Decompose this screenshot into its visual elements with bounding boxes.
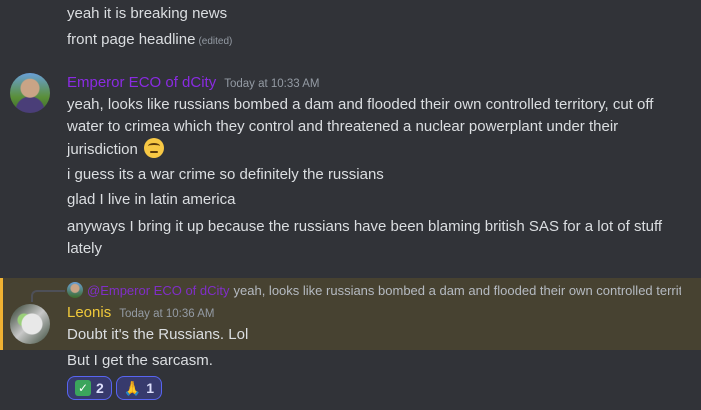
- reaction-pray[interactable]: 🙏 1: [115, 376, 163, 400]
- reactions-bar: ✓ 2 🙏 1: [67, 376, 163, 400]
- reply-text: yeah, looks like russians bombed a dam a…: [233, 283, 681, 298]
- check-mark-icon: ✓: [75, 380, 91, 396]
- message-text: Doubt it's the Russians. Lol: [67, 326, 249, 343]
- rolling-eyes-emoji: [144, 138, 165, 158]
- timestamp: Today at 10:33 AM: [224, 78, 320, 90]
- reply-spine: [31, 290, 65, 302]
- mention-highlight-bar: [0, 278, 3, 350]
- avatar[interactable]: [10, 304, 50, 344]
- message-text: i guess its a war crime so definitely th…: [67, 166, 384, 183]
- message-header: Emperor ECO of dCity Today at 10:33 AM: [67, 72, 319, 95]
- reply-mention[interactable]: @Emperor ECO of dCity: [87, 283, 230, 298]
- message-text: But I get the sarcasm.: [67, 352, 213, 369]
- reaction-count: 1: [146, 380, 155, 396]
- message-text: glad I live in latin america: [67, 191, 236, 208]
- timestamp: Today at 10:36 AM: [119, 308, 215, 320]
- message-text: yeah it is breaking news: [67, 5, 228, 22]
- reaction-count: 2: [96, 380, 104, 396]
- chat-messages: yeah it is breaking news front page head…: [0, 0, 701, 410]
- reaction-check[interactable]: ✓ 2: [67, 376, 112, 400]
- avatar[interactable]: [10, 73, 50, 113]
- folded-hands-icon: 🙏: [123, 380, 142, 396]
- username[interactable]: Emperor ECO of dCity: [67, 74, 216, 91]
- reply-preview[interactable]: @Emperor ECO of dCity yeah, looks like ru…: [67, 282, 681, 300]
- message-body: front page headline: [67, 31, 196, 48]
- username[interactable]: Leonis: [67, 304, 111, 321]
- message-header: Leonis Today at 10:36 AM: [67, 302, 214, 325]
- edited-label: (edited): [198, 36, 233, 47]
- message-text: anyways I bring it up because the russia…: [67, 218, 663, 257]
- reply-avatar: [67, 282, 83, 298]
- message-text: yeah, looks like russians bombed a dam a…: [67, 94, 687, 161]
- message-text: front page headline (edited): [67, 29, 232, 53]
